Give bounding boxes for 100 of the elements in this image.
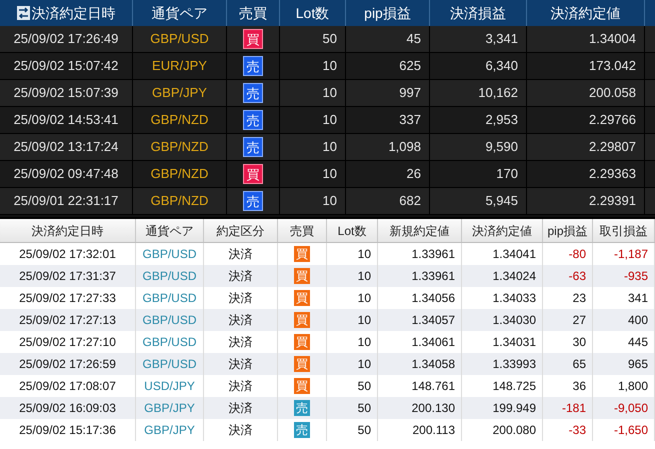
table-cell-text: 1.34033	[492, 290, 536, 307]
table-cell-text: 2.29363	[589, 165, 636, 184]
table-cell-text: 965	[628, 356, 648, 373]
side-badge: 買	[294, 268, 310, 284]
side-badge: 買	[243, 164, 263, 184]
table-cell-text: 25/09/02 15:07:42	[14, 57, 118, 76]
table-cell-text: 25/09/02 16:09:03	[19, 400, 116, 417]
side-badge: 売	[294, 400, 310, 416]
column-header[interactable]: 決済約定日時	[32, 2, 116, 24]
table-cell-text: 5,945	[485, 192, 518, 210]
column-header[interactable]: 決済約定値	[472, 222, 532, 240]
table-cell-text: 1,800	[618, 378, 648, 395]
table-cell-text: 25/09/02 15:17:36	[19, 422, 116, 439]
side-badge: 売	[243, 137, 263, 157]
table-cell-text: -63	[568, 268, 586, 285]
table-cell-text: 1.34031	[492, 334, 536, 351]
column-header[interactable]: pip損益	[547, 222, 588, 240]
table-cell-text: 1.33993	[492, 356, 536, 373]
table-cell-text: 50	[358, 378, 371, 395]
table-cell-text: 200.058	[589, 84, 636, 102]
table-cell-text: 148.761	[412, 378, 455, 395]
table-cell-text: 10	[358, 290, 371, 307]
table-cell-text: GBP/JPY	[144, 400, 195, 417]
side-badge: 売	[243, 83, 263, 103]
column-header[interactable]: Lot数	[338, 222, 366, 240]
table-cell-text: 25/09/02 17:26:59	[19, 356, 116, 373]
table-cell-text: 10	[358, 268, 371, 285]
table-cell-text: GBP/NZD	[150, 138, 208, 156]
table-cell-text: 決済	[228, 356, 252, 373]
side-badge: 買	[294, 356, 310, 372]
table-cell-text: 決済	[228, 422, 252, 439]
table-cell-text: 10	[322, 192, 337, 210]
side-badge: 売	[294, 422, 310, 438]
table-cell-text: 400	[628, 312, 648, 329]
table-cell-text: -80	[568, 246, 586, 263]
table-cell-text: 170	[496, 165, 518, 184]
table-cell-text: 25/09/02 15:07:39	[14, 84, 118, 102]
column-header[interactable]: 約定区分	[216, 222, 264, 240]
table-cell-text: 1.34030	[492, 312, 536, 329]
column-header[interactable]: 決済約定値	[550, 2, 620, 24]
table-cell-text: 10	[322, 111, 337, 130]
column-header[interactable]: 通貨ペア	[146, 222, 194, 240]
table-cell-text: 50	[322, 30, 337, 48]
table-cell-text: GBP/USD	[142, 246, 196, 263]
table-cell-text: 27	[572, 312, 586, 329]
column-header[interactable]: 決済約定日時	[32, 222, 104, 240]
table-cell-text: 25/09/02 09:47:48	[14, 165, 118, 184]
column-header[interactable]: 通貨ペア	[152, 2, 208, 24]
table-cell-text: -9,050	[614, 400, 648, 417]
table-cell-text: 173.042	[589, 57, 636, 76]
table-cell-text: GBP/USD	[142, 290, 196, 307]
table-cell-text: 1.34057	[412, 312, 455, 329]
table-cell-text: 25/09/02 17:08:07	[19, 378, 116, 395]
side-badge: 買	[294, 312, 310, 328]
table-cell-text: 199.949	[492, 400, 536, 417]
column-header[interactable]: 売買	[239, 2, 267, 24]
table-cell-text: 決済	[228, 334, 252, 351]
table-cell-text: 1.34024	[492, 268, 536, 285]
table-cell-text: GBP/USD	[142, 268, 196, 285]
table-cell-text: 2.29807	[589, 138, 636, 156]
table-cell-text: 30	[572, 334, 586, 351]
table-cell-text: 26	[406, 165, 421, 184]
table-cell-text: 25/09/02 17:27:33	[19, 290, 116, 307]
table-cell-text: 10	[322, 84, 337, 102]
table-cell-text: 3,341	[485, 30, 518, 48]
table-cell-text: GBP/NZD	[150, 111, 208, 130]
side-badge: 買	[294, 290, 310, 306]
table-cell-text: 決済	[228, 290, 252, 307]
side-badge: 売	[243, 56, 263, 76]
table-cell-text: 337	[399, 111, 421, 130]
table-cell-text: 10	[322, 138, 337, 156]
table-cell-text: -1,650	[614, 422, 648, 439]
column-header[interactable]: 新規約定値	[390, 222, 450, 240]
table-cell-text: 9,590	[485, 138, 518, 156]
table-cell-text: 決済	[228, 378, 252, 395]
table-cell-text: EUR/JPY	[152, 57, 207, 76]
table-cell-text: 625	[399, 57, 421, 76]
side-badge: 買	[294, 378, 310, 394]
table-cell-text: 445	[628, 334, 648, 351]
side-badge: 売	[243, 191, 263, 211]
table-cell-text: 50	[358, 422, 371, 439]
table-cell-text: GBP/NZD	[150, 165, 208, 184]
side-badge: 買	[294, 246, 310, 262]
table-cell-text: 1,098	[388, 138, 421, 156]
table-cell-text: 決済	[228, 268, 252, 285]
table-cell-text: 65	[572, 356, 586, 373]
table-cell-text: 決済	[228, 400, 252, 417]
column-header[interactable]: 決済損益	[450, 2, 506, 24]
table-cell-text: -935	[624, 268, 648, 285]
column-header[interactable]: 取引損益	[600, 222, 648, 240]
side-badge: 買	[243, 29, 263, 49]
column-header[interactable]: pip損益	[364, 2, 411, 24]
column-header[interactable]: 売買	[290, 222, 314, 240]
swap-icon[interactable]	[16, 6, 30, 20]
table-cell-text: 決済	[228, 246, 252, 263]
column-header[interactable]: Lot数	[296, 2, 330, 24]
table-cell-text: GBP/USD	[142, 312, 196, 329]
table-cell-text: 10,162	[478, 84, 518, 102]
table-cell-text: 25/09/02 13:17:24	[14, 138, 118, 156]
table-cell-text: 10	[322, 57, 337, 76]
